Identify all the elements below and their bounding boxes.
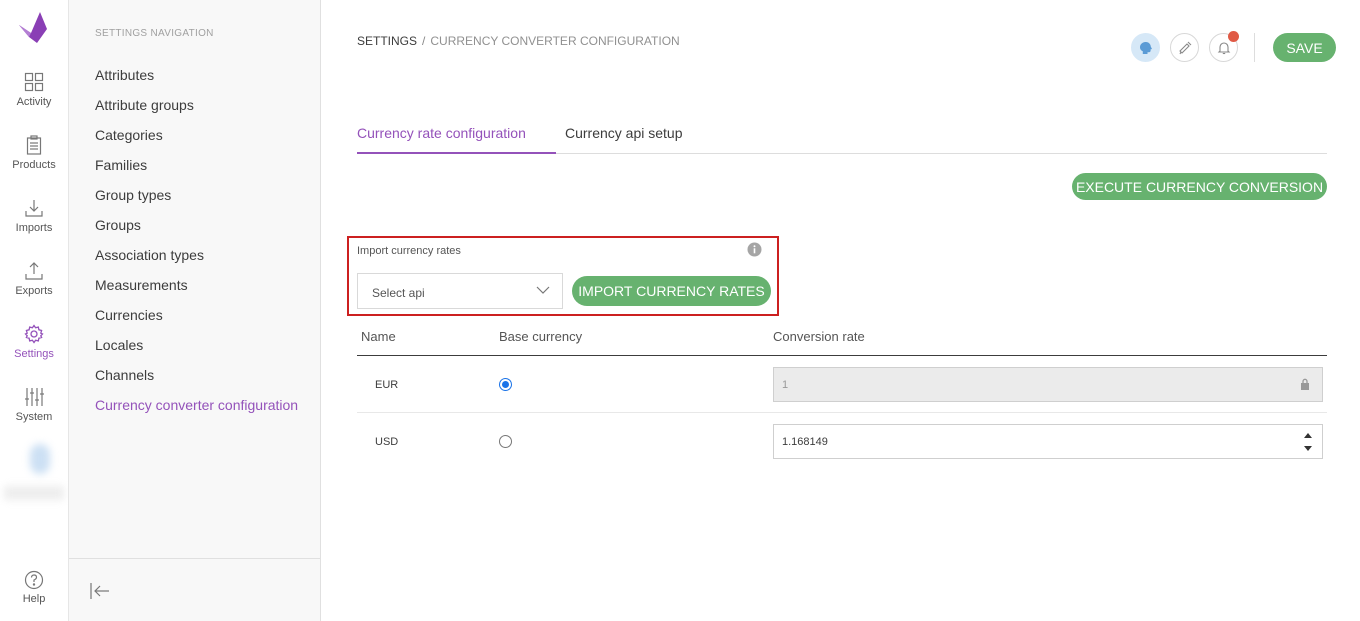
help-question-icon (24, 570, 44, 590)
collapse-panel-icon[interactable] (89, 581, 111, 601)
subnav-item-measurements[interactable]: Measurements (95, 275, 298, 305)
rail-label-activity: Activity (16, 96, 52, 108)
activity-grid-icon (24, 72, 44, 92)
header-divider (1254, 33, 1255, 62)
system-sliders-icon (25, 388, 44, 406)
import-currency-rates-button[interactable]: IMPORT CURRENCY RATES (572, 276, 771, 306)
column-header-name: Name (361, 329, 396, 344)
subnav-item-locales[interactable]: Locales (95, 335, 298, 365)
column-header-base-currency: Base currency (499, 329, 583, 344)
megaphone-icon (1178, 41, 1191, 54)
rail-label-system: System (15, 411, 53, 423)
rail-label-imports: Imports (15, 222, 53, 234)
rail-label-help: Help (22, 593, 46, 605)
subnav-item-groups[interactable]: Groups (95, 215, 298, 245)
subnav-item-currencies[interactable]: Currencies (95, 305, 298, 335)
chevron-down-icon (536, 286, 550, 294)
import-currency-rates-label: Import currency rates (357, 245, 461, 257)
breadcrumb-separator: / (422, 34, 426, 48)
conversion-rate-input (773, 367, 1323, 402)
base-currency-radio[interactable] (499, 378, 512, 391)
api-select-dropdown[interactable]: Select api (357, 273, 563, 309)
rail-item-exports[interactable]: Exports (0, 261, 68, 317)
subnav-item-currency-converter-configuration[interactable]: Currency converter configuration (95, 395, 298, 425)
announcements-button[interactable] (1170, 33, 1199, 62)
subnav-item-channels[interactable]: Channels (95, 365, 298, 395)
number-spinner-icon[interactable] (1303, 429, 1313, 455)
tab-bar: Currency rate configuration Currency api… (357, 117, 1327, 154)
user-avatar-blurred[interactable] (0, 440, 68, 510)
settings-navigation-title: SETTINGS NAVIGATION (95, 28, 214, 39)
tab-currency-api-setup[interactable]: Currency api setup (565, 125, 683, 154)
settings-navigation-panel: SETTINGS NAVIGATION Attributes Attribute… (69, 0, 321, 621)
rail-label-products: Products (12, 159, 56, 171)
breadcrumb-current: CURRENCY CONVERTER CONFIGURATION (430, 34, 680, 48)
help-center-button[interactable] (1131, 33, 1160, 62)
subnav-item-association-types[interactable]: Association types (95, 245, 298, 275)
save-button[interactable]: SAVE (1273, 33, 1336, 62)
brain-icon (1139, 41, 1152, 54)
rail-item-activity[interactable]: Activity (0, 72, 68, 128)
notification-badge (1228, 31, 1239, 42)
app-logo-icon[interactable] (17, 11, 49, 43)
column-header-conversion-rate: Conversion rate (773, 329, 865, 344)
rail-item-products[interactable]: Products (0, 135, 68, 191)
execute-currency-conversion-button[interactable]: EXECUTE CURRENCY CONVERSION (1072, 173, 1327, 200)
subnav-item-families[interactable]: Families (95, 155, 298, 185)
currency-code: USD (375, 436, 399, 448)
rail-label-settings: Settings (14, 348, 54, 360)
settings-navigation-list: Attributes Attribute groups Categories F… (95, 65, 298, 425)
lock-icon (1301, 378, 1309, 390)
notifications-button[interactable] (1209, 31, 1239, 62)
exports-upload-icon (25, 262, 43, 280)
rail-item-settings[interactable]: Settings (0, 324, 68, 380)
currency-code: EUR (375, 379, 399, 391)
table-row: USD (357, 413, 1327, 470)
rail-item-help[interactable]: Help (0, 570, 68, 605)
settings-gear-icon (24, 324, 44, 344)
rail-item-system[interactable]: System (0, 387, 68, 443)
subnav-item-attributes[interactable]: Attributes (95, 65, 298, 95)
currency-table-header: Name Base currency Conversion rate (357, 322, 1327, 356)
header-actions (1131, 31, 1239, 62)
imports-download-icon (25, 200, 43, 217)
subnav-item-attribute-groups[interactable]: Attribute groups (95, 95, 298, 125)
base-currency-radio[interactable] (499, 435, 512, 448)
subnav-item-group-types[interactable]: Group types (95, 185, 298, 215)
rail-item-imports[interactable]: Imports (0, 198, 68, 254)
subnav-footer (69, 558, 320, 621)
rail-label-exports: Exports (15, 285, 53, 297)
conversion-rate-input[interactable] (773, 424, 1323, 459)
breadcrumb: SETTINGS / CURRENCY CONVERTER CONFIGURATIO… (357, 34, 680, 48)
import-currency-rates-panel: Import currency rates Select api IMPORT … (347, 236, 779, 316)
api-select-placeholder: Select api (372, 286, 425, 300)
products-clipboard-icon (26, 135, 42, 155)
tab-currency-rate-configuration[interactable]: Currency rate configuration (357, 125, 556, 154)
info-icon[interactable] (747, 242, 762, 257)
table-row: EUR (357, 356, 1327, 413)
main-nav-rail: Activity Products Imports Exports Settin… (0, 0, 69, 621)
subnav-item-categories[interactable]: Categories (95, 125, 298, 155)
breadcrumb-settings-link[interactable]: SETTINGS (357, 34, 417, 48)
bell-icon (1217, 41, 1230, 54)
